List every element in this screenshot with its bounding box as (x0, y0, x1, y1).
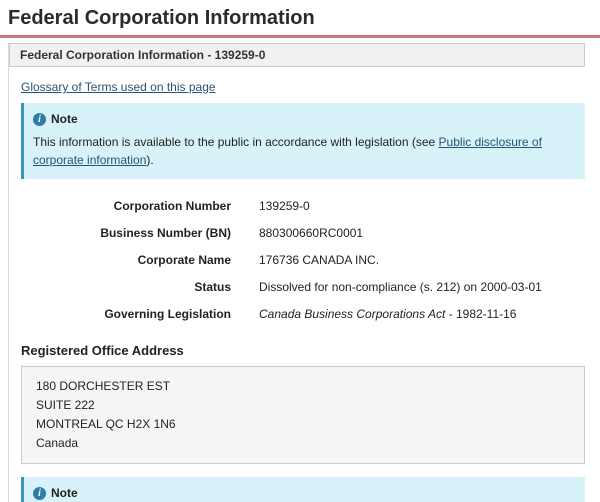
detail-value: Canada Business Corporations Act - 1982-… (231, 307, 516, 321)
detail-value: Dissolved for non-compliance (s. 212) on… (231, 280, 542, 294)
detail-row-governing-legislation: Governing Legislation Canada Business Co… (21, 300, 585, 327)
address-line: MONTREAL QC H2X 1N6 (36, 415, 570, 434)
glossary-link[interactable]: Glossary of Terms used on this page (21, 80, 216, 94)
detail-row-business-number: Business Number (BN) 880300660RC0001 (21, 219, 585, 246)
address-line: Canada (36, 434, 570, 453)
note-top-text-before: This information is available to the pub… (33, 135, 439, 149)
detail-label: Corporate Name (21, 253, 231, 267)
detail-value: 880300660RC0001 (231, 226, 363, 240)
note-heading-bottom: i Note (33, 486, 573, 500)
info-icon: i (33, 113, 46, 126)
detail-value: 176736 CANADA INC. (231, 253, 379, 267)
address-line: SUITE 222 (36, 396, 570, 415)
page-title: Federal Corporation Information (0, 6, 600, 35)
address-line: 180 DORCHESTER EST (36, 377, 570, 396)
section-bar: Federal Corporation Information - 139259… (9, 43, 585, 67)
detail-label: Status (21, 280, 231, 294)
content-area: Glossary of Terms used on this page i No… (9, 67, 585, 502)
note-box-top: i Note This information is available to … (21, 103, 585, 179)
detail-row-status: Status Dissolved for non-compliance (s. … (21, 273, 585, 300)
detail-row-corporation-number: Corporation Number 139259-0 (21, 192, 585, 219)
registered-office-heading: Registered Office Address (21, 343, 585, 358)
detail-label: Business Number (BN) (21, 226, 231, 240)
note-label: Note (51, 112, 78, 126)
detail-value: 139259-0 (231, 199, 310, 213)
detail-row-corporate-name: Corporate Name 176736 CANADA INC. (21, 246, 585, 273)
note-heading-top: i Note (33, 112, 573, 126)
detail-label: Governing Legislation (21, 307, 231, 321)
detail-label: Corporation Number (21, 199, 231, 213)
main-panel: Federal Corporation Information - 139259… (8, 43, 585, 502)
info-icon: i (33, 487, 46, 500)
act-name: Canada Business Corporations Act (259, 307, 445, 321)
registered-office-address-box: 180 DORCHESTER EST SUITE 222 MONTREAL QC… (21, 366, 585, 464)
act-date: - 1982-11-16 (445, 307, 516, 321)
note-text-top: This information is available to the pub… (33, 133, 573, 169)
page-header: Federal Corporation Information (0, 0, 600, 38)
corporation-details: Corporation Number 139259-0 Business Num… (21, 192, 585, 327)
note-label: Note (51, 486, 78, 500)
note-box-bottom: i Note Active CBCA corporations are requ… (21, 477, 585, 502)
note-top-text-after: ). (146, 153, 153, 167)
